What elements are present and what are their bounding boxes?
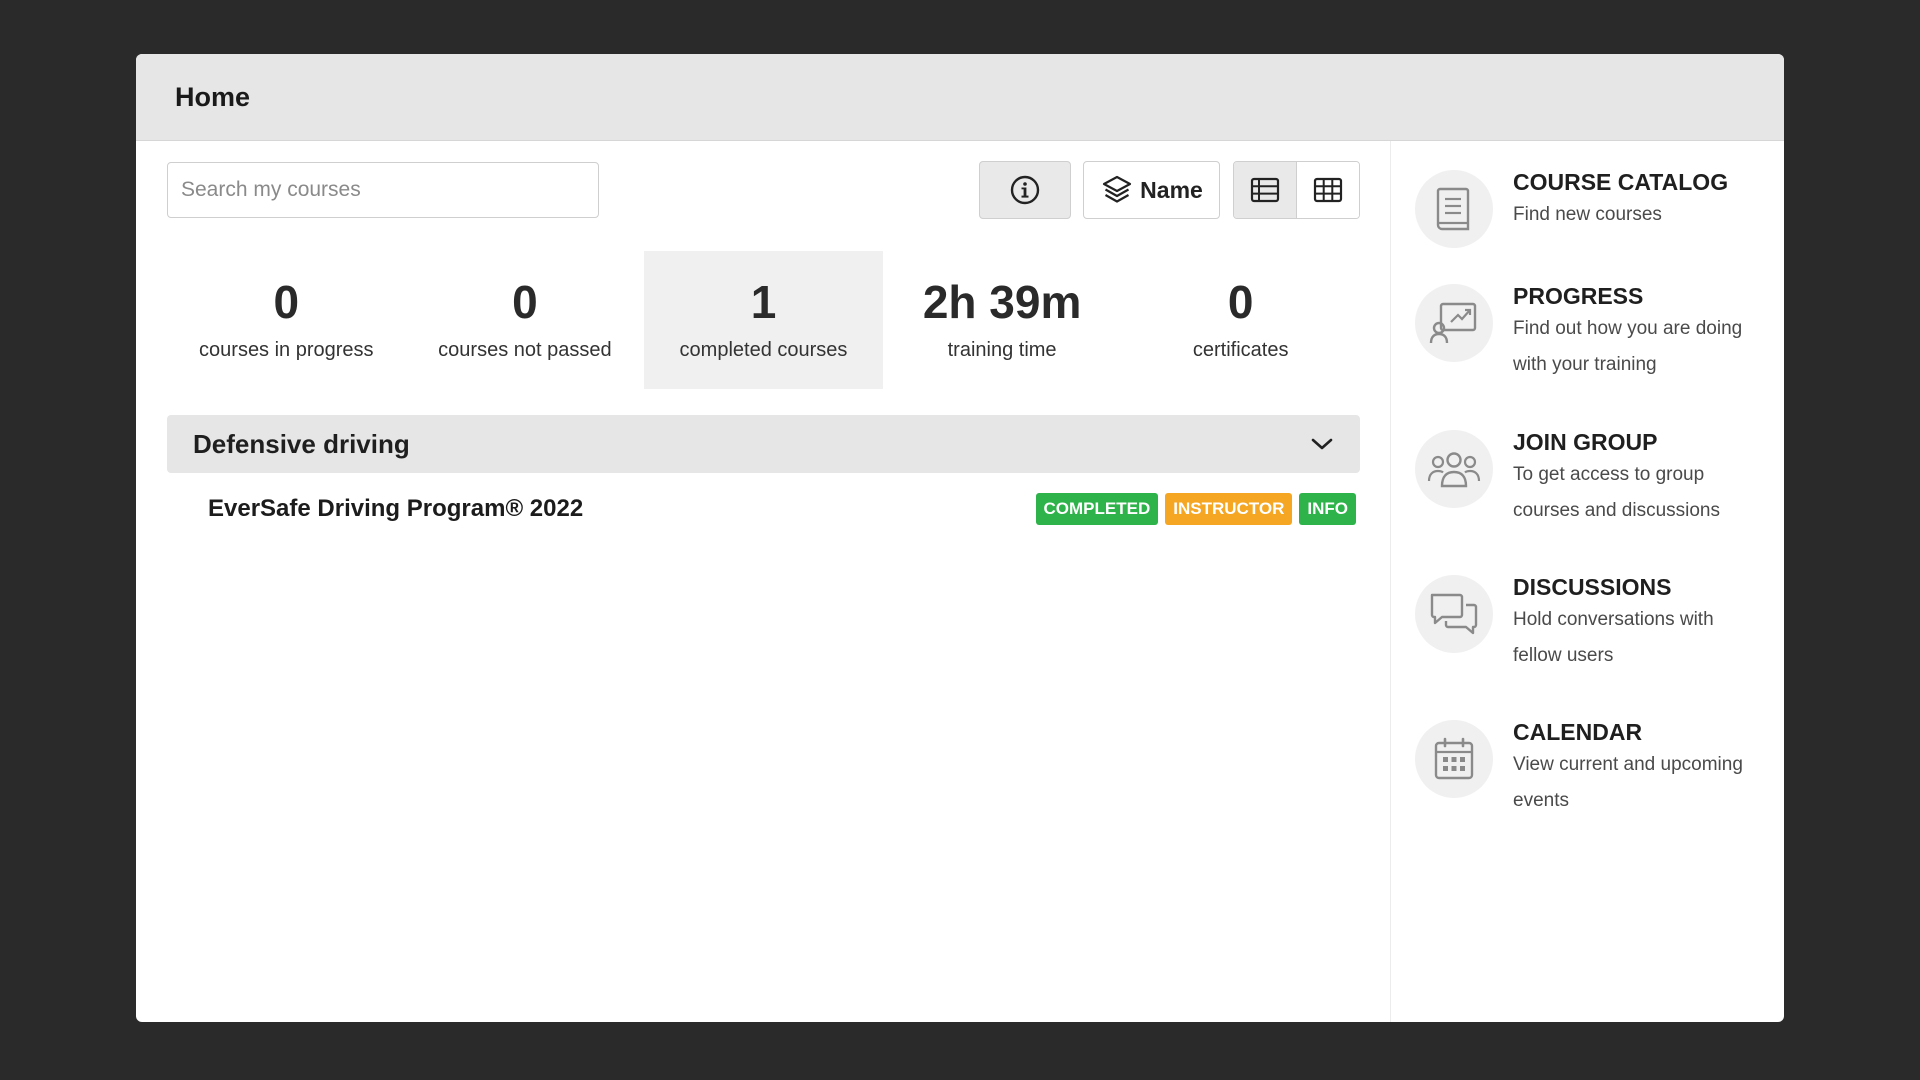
page-title: Home	[175, 81, 251, 112]
sidebar-item-title: DISCUSSIONS	[1513, 574, 1672, 600]
instructor-badge[interactable]: INSTRUCTOR	[1165, 493, 1293, 525]
info-button[interactable]	[979, 161, 1071, 219]
layers-icon	[1103, 175, 1132, 203]
progress-chart-icon	[1415, 284, 1493, 362]
main-panel: Name	[136, 141, 1391, 1022]
stat-label: completed courses	[679, 338, 848, 361]
view-toggle	[1233, 161, 1360, 219]
sidebar: COURSE CATALOG Find new courses PROGRESS	[1391, 141, 1784, 1022]
list-view-icon	[1250, 177, 1280, 203]
stat-label: courses in progress	[199, 338, 374, 361]
stat-value: 1	[750, 275, 777, 328]
sidebar-item-desc: Hold conversations with fellow users	[1513, 609, 1714, 666]
stat-value: 0	[273, 275, 300, 328]
sidebar-item-title: PROGRESS	[1513, 283, 1644, 309]
sidebar-item-text: COURSE CATALOG Find new courses	[1513, 167, 1743, 233]
grid-view-button[interactable]	[1297, 162, 1359, 218]
sidebar-item-text: CALENDAR View current and upcoming event…	[1513, 717, 1743, 819]
stat-value: 0	[1227, 275, 1254, 328]
stat-courses-not-passed[interactable]: 0 courses not passed	[406, 251, 645, 389]
course-row: EverSafe Driving Program® 2022 COMPLETED…	[167, 473, 1360, 545]
main-window: Home Search my courses Name 0 courses in…	[136, 54, 1784, 1022]
stat-training-time[interactable]: 2h 39m training time	[883, 251, 1122, 389]
sidebar-item-desc: View current and upcoming events	[1513, 754, 1743, 811]
course-title[interactable]: EverSafe Driving Program® 2022	[208, 495, 1029, 523]
search-input[interactable]	[167, 162, 599, 218]
completed-badge[interactable]: COMPLETED	[1035, 493, 1159, 525]
sidebar-item-title: COURSE CATALOG	[1513, 169, 1729, 195]
sidebar-item-course-catalog[interactable]: COURSE CATALOG Find new courses	[1415, 167, 1784, 281]
stat-label: training time	[947, 338, 1057, 361]
chat-bubbles-icon	[1415, 575, 1493, 653]
list-view-button[interactable]	[1234, 162, 1297, 218]
category-header[interactable]: Defensive driving	[167, 415, 1360, 473]
sort-label: Name	[1140, 176, 1203, 203]
sidebar-item-discussions[interactable]: DISCUSSIONS Hold conversations with fell…	[1415, 572, 1784, 717]
stat-label: courses not passed	[438, 338, 612, 361]
sidebar-item-text: JOIN GROUP To get access to group course…	[1513, 427, 1743, 529]
category-title: Defensive driving	[193, 428, 410, 459]
sidebar-item-desc: To get access to group courses and discu…	[1513, 464, 1720, 521]
sidebar-item-title: JOIN GROUP	[1513, 429, 1658, 455]
calendar-icon	[1415, 720, 1493, 798]
toolbar: Name	[167, 161, 1360, 219]
stat-value: 0	[512, 275, 538, 328]
content-area: Name	[136, 141, 1784, 1022]
sidebar-item-calendar[interactable]: CALENDAR View current and upcoming event…	[1415, 717, 1784, 827]
info-icon	[1010, 175, 1040, 205]
sort-by-name-button[interactable]: Name	[1083, 161, 1220, 219]
stat-label: certificates	[1192, 338, 1289, 361]
sidebar-item-title: CALENDAR	[1513, 719, 1643, 745]
sidebar-item-progress[interactable]: PROGRESS Find out how you are doing with…	[1415, 281, 1784, 427]
stats-row: 0 courses in progress 0 courses not pass…	[167, 251, 1360, 389]
sidebar-item-desc: Find out how you are doing with your tra…	[1513, 318, 1743, 375]
grid-view-icon	[1313, 177, 1343, 203]
sidebar-item-join-group[interactable]: JOIN GROUP To get access to group course…	[1415, 427, 1784, 572]
chevron-down-icon[interactable]	[1310, 436, 1334, 452]
book-icon	[1415, 170, 1493, 248]
page-header: Home	[136, 54, 1784, 141]
stat-certificates[interactable]: 0 certificates	[1121, 251, 1360, 389]
sidebar-item-desc: Find new courses	[1513, 204, 1662, 225]
group-icon	[1415, 430, 1493, 508]
stat-completed-courses[interactable]: 1 completed courses	[644, 251, 883, 389]
sidebar-item-text: PROGRESS Find out how you are doing with…	[1513, 281, 1743, 383]
sidebar-item-text: DISCUSSIONS Hold conversations with fell…	[1513, 572, 1743, 674]
stat-value: 2h 39m	[922, 275, 1082, 328]
info-badge[interactable]: INFO	[1299, 493, 1356, 525]
stat-courses-in-progress[interactable]: 0 courses in progress	[167, 251, 406, 389]
